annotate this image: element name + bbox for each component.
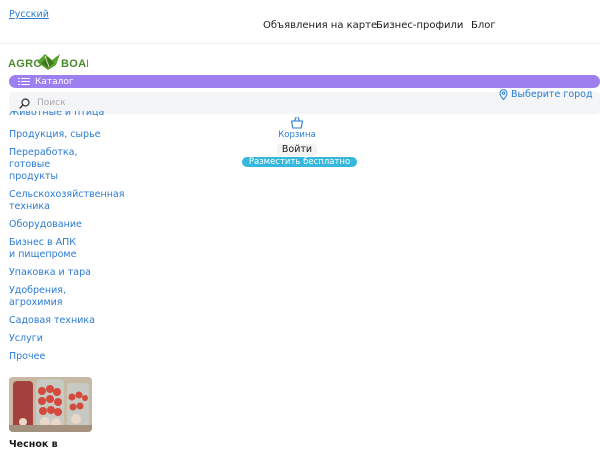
menu-list-icon xyxy=(18,77,30,86)
catalog-button-label: Каталог xyxy=(35,76,74,87)
logo-text-board: BOARD xyxy=(61,58,88,70)
nav-link-business-profiles[interactable]: Бизнес-профили xyxy=(376,20,463,31)
language-selector[interactable]: Русский xyxy=(9,9,49,20)
shopping-bag-icon xyxy=(290,116,304,129)
category-item[interactable]: Удобрения, агрохимия xyxy=(9,285,74,309)
category-item[interactable]: Сельскохозяйственная техника xyxy=(9,189,124,213)
category-item[interactable]: Бизнес в АПК и пищепроме xyxy=(9,237,81,261)
category-item[interactable]: Услуги xyxy=(9,333,119,345)
search-input[interactable] xyxy=(37,98,437,108)
search-icon xyxy=(19,97,30,109)
header-divider xyxy=(0,43,600,44)
cart-label: Корзина xyxy=(278,130,316,140)
city-selector[interactable]: Выберите город xyxy=(499,89,593,100)
category-item[interactable]: Продукция, сырье xyxy=(9,129,119,141)
product-image[interactable] xyxy=(9,377,92,432)
product-title[interactable]: Чеснок в xyxy=(9,439,58,450)
category-item[interactable]: Упаковка и тара xyxy=(9,267,119,279)
category-list: Животные и птица Продукция, сырье Перера… xyxy=(9,111,124,363)
category-item[interactable]: Прочее xyxy=(9,351,119,363)
post-ad-button[interactable]: Разместить бесплатно xyxy=(242,157,357,167)
logo-text-agro: AGRO xyxy=(8,58,42,70)
agroboard-logo[interactable]: AGRO BOARD xyxy=(8,51,88,73)
catalog-button[interactable]: Каталог xyxy=(9,75,600,88)
category-item[interactable]: Оборудование xyxy=(9,219,119,231)
category-item[interactable]: Переработка, готовые продукты xyxy=(9,147,94,183)
city-selector-label: Выберите город xyxy=(511,89,593,100)
cart-button[interactable]: Корзина xyxy=(268,116,326,140)
category-item[interactable]: Животные и птица xyxy=(9,111,119,119)
category-item[interactable]: Садовая техника xyxy=(9,315,119,327)
location-pin-icon xyxy=(499,89,508,100)
nav-link-blog[interactable]: Блог xyxy=(471,20,496,31)
nav-link-map-ads[interactable]: Объявления на карте xyxy=(263,20,377,31)
login-button[interactable]: Войти xyxy=(277,144,317,156)
